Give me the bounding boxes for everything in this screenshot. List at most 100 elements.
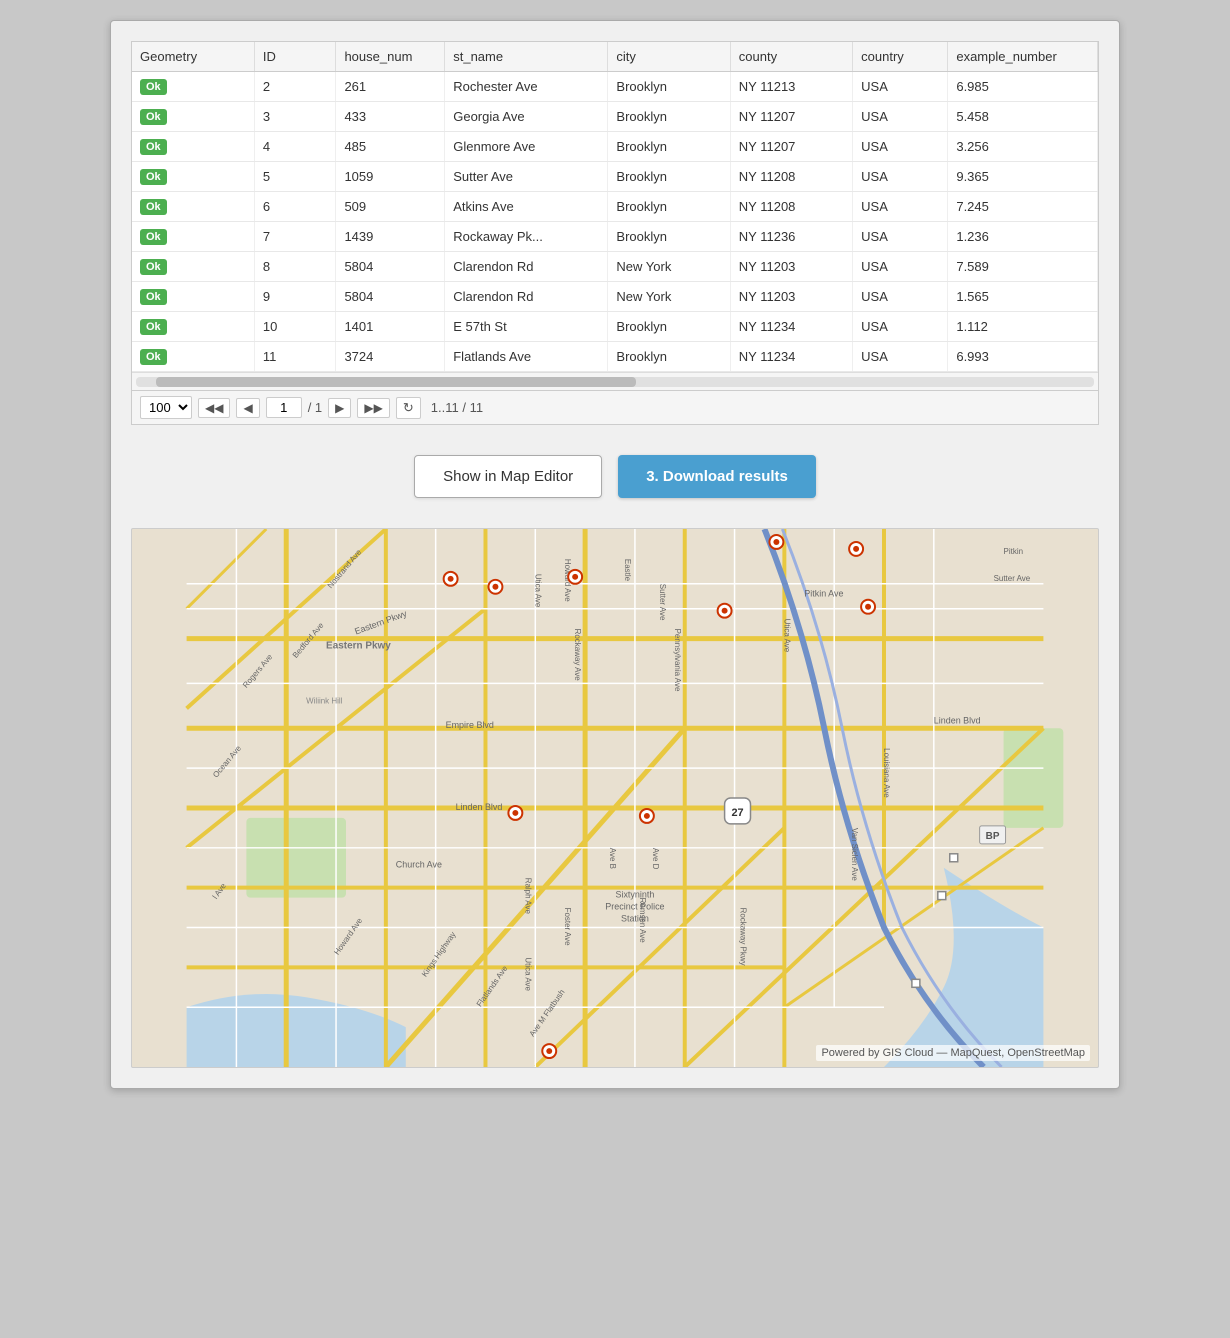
city-cell: Brooklyn bbox=[608, 72, 730, 102]
col-header-housenum: house_num bbox=[336, 42, 445, 72]
house_num-cell: 1059 bbox=[336, 162, 445, 192]
first-page-button[interactable]: ◀◀ bbox=[198, 398, 230, 418]
map-attribution: Powered by GIS Cloud — MapQuest, OpenStr… bbox=[816, 1045, 1090, 1061]
map-marker bbox=[444, 572, 458, 586]
country-cell: USA bbox=[853, 72, 948, 102]
horizontal-scrollbar[interactable] bbox=[132, 372, 1098, 390]
geometry-cell: Ok bbox=[132, 162, 254, 192]
page-number-input[interactable] bbox=[266, 397, 302, 418]
st_name-cell: Rockaway Pk... bbox=[445, 222, 608, 252]
scrollbar-thumb[interactable] bbox=[156, 377, 636, 387]
house_num-cell: 1439 bbox=[336, 222, 445, 252]
table-row[interactable]: Ok4485Glenmore AveBrooklynNY 11207USA3.2… bbox=[132, 132, 1098, 162]
map-container: Eastern Pkwy Empire Blvd Linden Blvd Lin… bbox=[131, 528, 1099, 1068]
city-cell: Brooklyn bbox=[608, 312, 730, 342]
geometry-cell: Ok bbox=[132, 102, 254, 132]
map-marker bbox=[849, 542, 863, 556]
geometry-cell: Ok bbox=[132, 72, 254, 102]
county-cell: NY 11234 bbox=[730, 342, 852, 372]
table-row[interactable]: Ok51059Sutter AveBrooklynNY 11208USA9.36… bbox=[132, 162, 1098, 192]
svg-text:Church Ave: Church Ave bbox=[396, 860, 442, 870]
svg-text:Pennsylvania Ave: Pennsylvania Ave bbox=[673, 629, 682, 692]
download-results-button[interactable]: 3. Download results bbox=[618, 455, 816, 498]
ok-badge: Ok bbox=[140, 289, 167, 305]
county-cell: NY 11213 bbox=[730, 72, 852, 102]
ok-badge: Ok bbox=[140, 319, 167, 335]
country-cell: USA bbox=[853, 222, 948, 252]
city-cell: Brooklyn bbox=[608, 132, 730, 162]
table-row[interactable]: Ok85804Clarendon RdNew YorkNY 11203USA7.… bbox=[132, 252, 1098, 282]
table-row[interactable]: Ok95804Clarendon RdNew YorkNY 11203USA1.… bbox=[132, 282, 1098, 312]
svg-text:Sixtyninth: Sixtyninth bbox=[616, 890, 655, 900]
table-row[interactable]: Ok6509Atkins AveBrooklynNY 11208USA7.245 bbox=[132, 192, 1098, 222]
ok-badge: Ok bbox=[140, 139, 167, 155]
svg-text:Linden Blvd: Linden Blvd bbox=[934, 715, 981, 725]
st_name-cell: Sutter Ave bbox=[445, 162, 608, 192]
prev-page-button[interactable]: ◀ bbox=[236, 398, 259, 418]
geometry-cell: Ok bbox=[132, 282, 254, 312]
col-header-county: county bbox=[730, 42, 852, 72]
table-row[interactable]: Ok71439Rockaway Pk...BrooklynNY 11236USA… bbox=[132, 222, 1098, 252]
example_number-cell: 1.236 bbox=[948, 222, 1098, 252]
svg-text:Precinct Police: Precinct Police bbox=[605, 902, 664, 912]
col-header-geometry: Geometry bbox=[132, 42, 254, 72]
id-cell: 9 bbox=[254, 282, 336, 312]
table-row[interactable]: Ok3433Georgia AveBrooklynNY 11207USA5.45… bbox=[132, 102, 1098, 132]
col-header-id: ID bbox=[254, 42, 336, 72]
show-in-map-editor-button[interactable]: Show in Map Editor bbox=[414, 455, 602, 498]
ok-badge: Ok bbox=[140, 229, 167, 245]
table-row[interactable]: Ok113724Flatlands AveBrooklynNY 11234USA… bbox=[132, 342, 1098, 372]
table-row[interactable]: Ok2261Rochester AveBrooklynNY 11213USA6.… bbox=[132, 72, 1098, 102]
svg-text:Utica Ave: Utica Ave bbox=[523, 957, 532, 991]
main-container: Geometry ID house_num st_name city count… bbox=[110, 20, 1120, 1089]
table-header-row: Geometry ID house_num st_name city count… bbox=[132, 42, 1098, 72]
county-cell: NY 11203 bbox=[730, 252, 852, 282]
svg-text:Utica Ave: Utica Ave bbox=[782, 619, 791, 653]
svg-text:Louisiana Ave: Louisiana Ave bbox=[882, 748, 891, 798]
table-body: Ok2261Rochester AveBrooklynNY 11213USA6.… bbox=[132, 72, 1098, 372]
table-row[interactable]: Ok101401E 57th StBrooklynNY 11234USA1.11… bbox=[132, 312, 1098, 342]
example_number-cell: 1.565 bbox=[948, 282, 1098, 312]
svg-text:Ralph Ave: Ralph Ave bbox=[523, 878, 532, 915]
page-size-select[interactable]: 100 50 25 bbox=[140, 396, 192, 419]
svg-text:Van Siclen Ave: Van Siclen Ave bbox=[850, 828, 859, 881]
country-cell: USA bbox=[853, 282, 948, 312]
city-cell: Brooklyn bbox=[608, 102, 730, 132]
next-page-button[interactable]: ▶ bbox=[328, 398, 351, 418]
county-cell: NY 11207 bbox=[730, 102, 852, 132]
map-marker bbox=[718, 604, 732, 618]
house_num-cell: 5804 bbox=[336, 252, 445, 282]
svg-text:Utica Ave: Utica Ave bbox=[533, 574, 542, 608]
st_name-cell: Atkins Ave bbox=[445, 192, 608, 222]
svg-text:Linden Blvd: Linden Blvd bbox=[456, 802, 503, 812]
example_number-cell: 7.245 bbox=[948, 192, 1098, 222]
svg-text:Eastern Pkwy: Eastern Pkwy bbox=[326, 641, 391, 652]
col-header-stname: st_name bbox=[445, 42, 608, 72]
svg-text:Sutter Ave: Sutter Ave bbox=[658, 584, 667, 621]
refresh-button[interactable]: ↻ bbox=[396, 397, 421, 419]
ok-badge: Ok bbox=[140, 169, 167, 185]
example_number-cell: 6.985 bbox=[948, 72, 1098, 102]
house_num-cell: 1401 bbox=[336, 312, 445, 342]
country-cell: USA bbox=[853, 252, 948, 282]
map-svg: Eastern Pkwy Empire Blvd Linden Blvd Lin… bbox=[132, 529, 1098, 1067]
geometry-cell: Ok bbox=[132, 252, 254, 282]
st_name-cell: Rochester Ave bbox=[445, 72, 608, 102]
house_num-cell: 3724 bbox=[336, 342, 445, 372]
example_number-cell: 7.589 bbox=[948, 252, 1098, 282]
ok-badge: Ok bbox=[140, 259, 167, 275]
col-header-city: city bbox=[608, 42, 730, 72]
example_number-cell: 9.365 bbox=[948, 162, 1098, 192]
ok-badge: Ok bbox=[140, 79, 167, 95]
scrollbar-track[interactable] bbox=[136, 377, 1094, 387]
example_number-cell: 1.112 bbox=[948, 312, 1098, 342]
svg-text:Empire Blvd: Empire Blvd bbox=[446, 720, 494, 730]
county-cell: NY 11208 bbox=[730, 162, 852, 192]
geometry-cell: Ok bbox=[132, 222, 254, 252]
country-cell: USA bbox=[853, 132, 948, 162]
map-marker bbox=[508, 806, 522, 820]
map-marker bbox=[568, 570, 582, 584]
id-cell: 5 bbox=[254, 162, 336, 192]
last-page-button[interactable]: ▶▶ bbox=[357, 398, 389, 418]
house_num-cell: 509 bbox=[336, 192, 445, 222]
